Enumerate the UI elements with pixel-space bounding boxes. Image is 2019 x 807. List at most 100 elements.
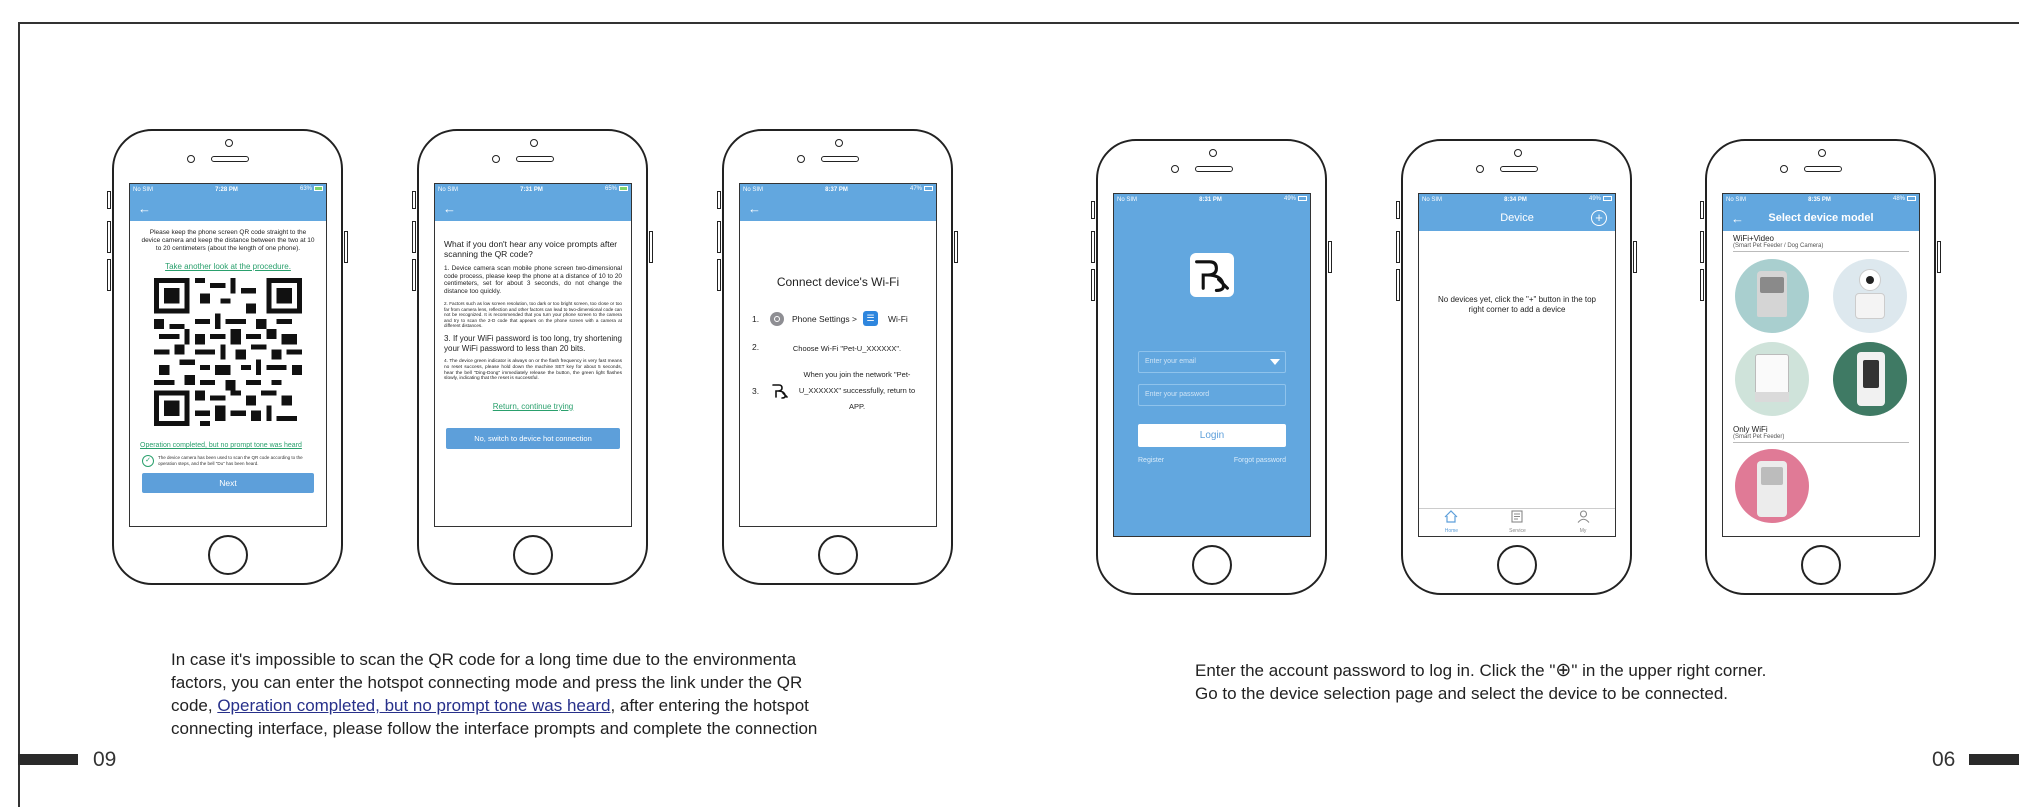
device-option-white-feeder[interactable]	[1735, 342, 1809, 416]
dropdown-caret-icon[interactable]	[1270, 359, 1280, 365]
next-button[interactable]: Next	[142, 473, 314, 493]
email-field[interactable]: Enter your email	[1138, 351, 1286, 373]
side-button	[649, 231, 653, 263]
no-tone-link[interactable]: Operation completed, but no prompt tone …	[140, 442, 302, 449]
home-button	[208, 535, 248, 575]
step-1-text: Phone Settings >	[792, 313, 857, 324]
phone-login: No SIM 8:31 PM 49% Enter your email Ente…	[1091, 139, 1332, 595]
check-circle-icon[interactable]: ✓	[142, 455, 154, 467]
review-procedure-link[interactable]: Take another look at the procedure.	[165, 262, 291, 271]
tab-my[interactable]: My	[1577, 510, 1590, 534]
caption-login-select: Enter the account password to log in. Cl…	[1195, 659, 1895, 705]
device-panel	[1863, 360, 1879, 388]
clock: 8:37 PM	[825, 186, 848, 193]
clock: 7:31 PM	[520, 186, 543, 193]
side-button	[107, 259, 111, 291]
home-button	[1801, 545, 1841, 585]
phone-voice-help: No SIM 7:31 PM 65% ← What if you don't h…	[412, 129, 653, 585]
page-bar-left	[18, 754, 78, 765]
pet-u-logo-icon	[1195, 260, 1229, 292]
side-button	[344, 231, 348, 263]
no-tone-caption-link[interactable]: Operation completed, but no prompt tone …	[217, 696, 610, 715]
back-arrow-icon[interactable]: ←	[443, 201, 456, 216]
side-button	[1633, 241, 1637, 273]
nav-bar: ←	[130, 195, 326, 221]
status-bar: No SIM 7:31 PM 65%	[435, 184, 631, 195]
status-bar: No SIM 8:35 PM 48%	[1723, 194, 1919, 205]
tab-service[interactable]: Service	[1509, 510, 1526, 534]
side-button	[1091, 231, 1095, 263]
battery-indicator: 65%	[605, 186, 628, 193]
phone-screen: No SIM 8:31 PM 49% Enter your email Ente…	[1113, 193, 1311, 537]
tab-home[interactable]: Home	[1444, 510, 1458, 534]
back-arrow-icon[interactable]: ←	[748, 201, 761, 216]
side-button	[412, 221, 416, 253]
step-3-text: When you join the network "Pet-U_XXXXXX"…	[798, 370, 916, 411]
device-body	[1855, 293, 1885, 319]
login-links: Register Forgot password	[1138, 457, 1286, 464]
password-field[interactable]: Enter your password	[1138, 384, 1286, 406]
speaker-slot	[1195, 166, 1233, 172]
phone-screen: No SIM 8:35 PM 48% ← Select device model…	[1722, 193, 1920, 537]
caption-line: Go to the device selection page and sele…	[1195, 684, 1729, 703]
user-icon	[1577, 510, 1590, 523]
tab-bar: Home Service My	[1419, 508, 1615, 536]
device-option-feeder-camera[interactable]	[1735, 259, 1809, 333]
help-tip-1: 1. Device camera scan mobile phone scree…	[444, 265, 622, 295]
password-placeholder: Enter your password	[1145, 391, 1210, 398]
side-button	[954, 231, 958, 263]
phone-screen: No SIM 7:31 PM 65% ← What if you don't h…	[434, 183, 632, 527]
sensor-dot	[1171, 165, 1179, 173]
status-bar: No SIM 8:34 PM 49%	[1419, 194, 1615, 205]
home-button	[1192, 545, 1232, 585]
carrier-label: No SIM	[438, 186, 459, 193]
nav-bar: ←	[435, 195, 631, 221]
device-option-dark-feeder[interactable]	[1833, 342, 1907, 416]
sensor-dot	[187, 155, 195, 163]
back-arrow-icon[interactable]: ←	[138, 201, 151, 216]
caption-line: In case it's impossible to scan the QR c…	[171, 650, 797, 669]
group-subtitle: (Smart Pet Feeder / Dog Camera)	[1733, 243, 1909, 252]
service-icon	[1511, 510, 1524, 523]
device-lens	[1866, 276, 1874, 284]
device-tray	[1755, 392, 1789, 402]
login-button[interactable]: Login	[1138, 424, 1286, 447]
step-number: 3.	[752, 386, 760, 396]
home-button	[818, 535, 858, 575]
phone-screen: No SIM 8:34 PM 49% Device + No devices y…	[1418, 193, 1616, 537]
hotspot-switch-button[interactable]: No, switch to device hot connection	[446, 427, 620, 449]
battery-icon	[1603, 196, 1612, 202]
status-bar: No SIM 8:31 PM 49%	[1114, 194, 1310, 205]
tab-label: Service	[1509, 528, 1526, 534]
side-button	[1700, 201, 1704, 219]
forgot-password-link[interactable]: Forgot password	[1234, 457, 1286, 464]
device-option-dog-camera[interactable]	[1833, 259, 1907, 333]
register-link[interactable]: Register	[1138, 457, 1164, 464]
phone-connect-wifi: No SIM 8:37 PM 47% ← Connect device's Wi…	[717, 129, 958, 585]
caption-line: Enter the account password to log in. Cl…	[1195, 660, 1767, 681]
clock: 7:28 PM	[215, 186, 238, 193]
side-button	[412, 191, 416, 209]
caption-line: factors, you can enter the hotspot conne…	[171, 673, 803, 692]
help-tip-2: 2. Factors such as low screen resolution…	[444, 301, 622, 328]
side-button	[107, 191, 111, 209]
step-1: 1. Phone Settings > ☰ Wi-Fi	[740, 311, 936, 326]
wifi-icon: ☰	[862, 311, 878, 326]
front-camera	[835, 139, 843, 147]
side-button	[1396, 269, 1400, 301]
front-camera	[530, 139, 538, 147]
return-continue-link[interactable]: Return, continue trying	[493, 402, 574, 411]
add-device-plus-icon[interactable]: +	[1591, 210, 1607, 226]
step-number: 2.	[752, 342, 760, 352]
device-option-wifi-feeder[interactable]	[1735, 449, 1809, 523]
carrier-label: No SIM	[1422, 196, 1443, 203]
phone-screen: No SIM 8:37 PM 47% ← Connect device's Wi…	[739, 183, 937, 527]
pet-u-logo-icon	[772, 384, 788, 399]
side-button	[1091, 201, 1095, 219]
battery-icon	[314, 186, 323, 192]
qr-instruction: Please keep the phone screen QR code str…	[141, 229, 315, 252]
connect-wifi-heading: Connect device's Wi-Fi	[776, 275, 900, 289]
qr-code	[154, 278, 302, 426]
tab-label: Home	[1444, 528, 1459, 534]
side-button	[1396, 231, 1400, 263]
